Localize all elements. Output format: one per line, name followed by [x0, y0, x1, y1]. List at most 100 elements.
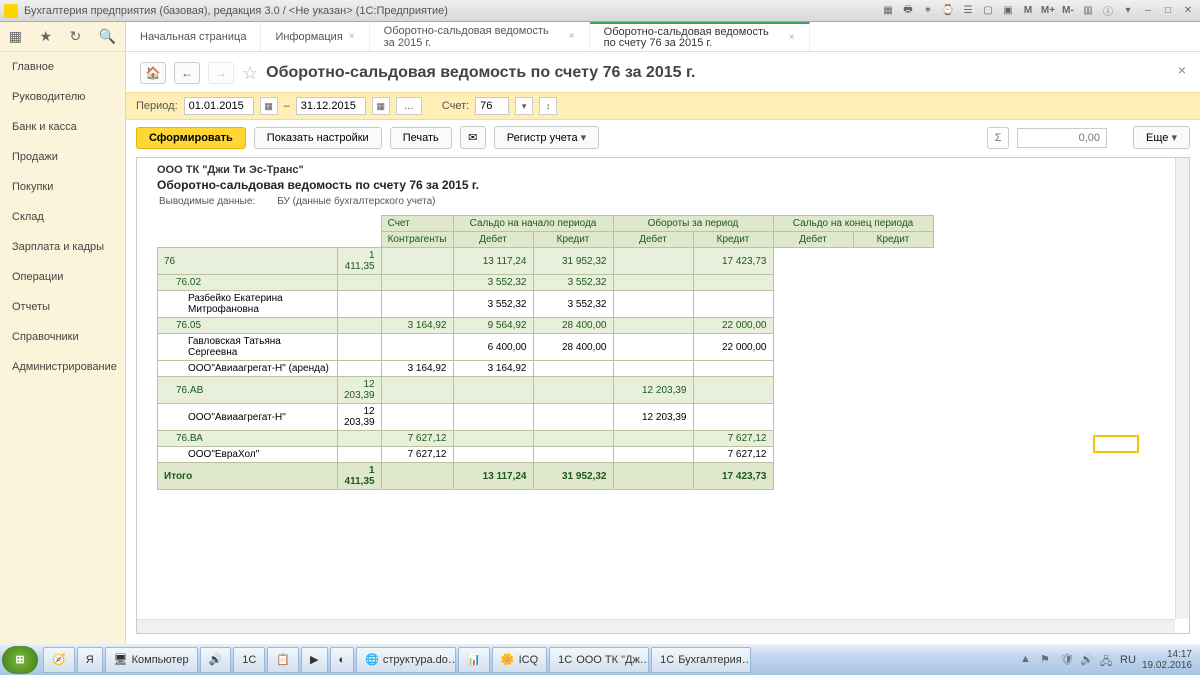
tray-icon[interactable]: ⚑ — [1040, 653, 1054, 667]
print-button[interactable]: Печать — [390, 127, 452, 149]
favorite-icon[interactable]: ☆ — [242, 63, 258, 84]
email-button[interactable]: ✉ — [460, 126, 486, 149]
toolbar-icon[interactable]: ✶ — [920, 4, 936, 18]
tray-icon[interactable]: 🔊 — [1080, 653, 1094, 667]
th-account: Счет — [381, 216, 453, 232]
sidebar-item[interactable]: Продажи — [0, 142, 125, 172]
sidebar-item[interactable]: Отчеты — [0, 292, 125, 322]
memory-mplus-button[interactable]: M+ — [1040, 4, 1056, 18]
table-row[interactable]: 761 411,3513 117,2431 952,3217 423,73 — [158, 248, 934, 275]
th-debit: Дебет — [453, 232, 533, 248]
th-credit: Кредит — [853, 232, 933, 248]
sum-icon[interactable]: Σ — [987, 127, 1009, 149]
table-row[interactable]: ООО"Авиаагрегат-Н" (аренда)3 164,923 164… — [158, 361, 934, 377]
tab[interactable]: Начальная страница — [126, 22, 261, 51]
sidebar-item[interactable]: Главное — [0, 52, 125, 82]
toolbar-icon[interactable]: ☰ — [960, 4, 976, 18]
table-row[interactable]: 76.053 164,929 564,9228 400,0022 000,00 — [158, 318, 934, 334]
maximize-button[interactable]: □ — [1160, 4, 1176, 18]
table-row[interactable]: 76.023 552,323 552,32 — [158, 275, 934, 291]
close-icon[interactable]: × — [789, 32, 795, 43]
taskbar-item[interactable]: ▶ — [301, 647, 327, 673]
dropdown-icon[interactable]: ▾ — [1120, 4, 1136, 18]
output-value: БУ (данные бухгалтерского учета) — [277, 196, 455, 207]
more-button[interactable]: Еще — [1133, 126, 1190, 149]
back-button[interactable]: ← — [174, 62, 200, 84]
close-icon[interactable]: × — [349, 31, 355, 42]
calendar-icon[interactable]: ▦ — [372, 97, 390, 115]
account-picker-button[interactable]: ▾ — [515, 97, 533, 115]
sidebar-item[interactable]: Операции — [0, 262, 125, 292]
taskbar-item[interactable]: 📋 — [267, 647, 299, 673]
taskbar-item[interactable]: 1С Бухгалтерия… — [651, 647, 751, 673]
sidebar-item[interactable]: Руководителю — [0, 82, 125, 112]
close-button[interactable]: ✕ — [1180, 4, 1196, 18]
period-picker-button[interactable]: ... — [396, 97, 422, 115]
tray-icon[interactable]: ▲ — [1020, 653, 1034, 667]
start-button[interactable]: ⊞ — [2, 646, 38, 674]
close-icon[interactable]: × — [569, 31, 575, 42]
table-row[interactable]: Разбейко Екатерина Митрофановна3 552,323… — [158, 291, 934, 318]
th-end: Сальдо на конец периода — [773, 216, 933, 232]
toolbar-icon[interactable]: ▢ — [980, 4, 996, 18]
sidebar-item[interactable]: Администрирование — [0, 352, 125, 382]
taskbar-item[interactable]: ◐ — [330, 647, 355, 673]
scrollbar-horizontal[interactable] — [137, 619, 1175, 633]
tray-lang[interactable]: RU — [1120, 654, 1136, 666]
account-open-button[interactable]: ↕ — [539, 97, 557, 115]
sidebar-item[interactable]: Покупки — [0, 172, 125, 202]
memory-mminus-button[interactable]: M- — [1060, 4, 1076, 18]
show-settings-button[interactable]: Показать настройки — [254, 127, 382, 149]
th-turn: Обороты за период — [613, 216, 773, 232]
toolbar-icon[interactable]: ▣ — [1000, 4, 1016, 18]
tray-clock[interactable]: 14:17 19.02.2016 — [1142, 649, 1192, 671]
generate-button[interactable]: Сформировать — [136, 127, 246, 149]
scrollbar-vertical[interactable] — [1175, 158, 1189, 619]
apps-icon[interactable]: ▦ — [9, 28, 22, 45]
table-row[interactable]: ООО"ЕвраХол"7 627,127 627,12 — [158, 447, 934, 463]
toolbar-icon[interactable]: ⌚ — [940, 4, 956, 18]
close-page-button[interactable]: × — [1178, 62, 1186, 78]
tab[interactable]: Информация× — [261, 22, 369, 51]
home-button[interactable]: 🏠 — [140, 62, 166, 84]
tab[interactable]: Оборотно-сальдовая ведомость за 2015 г.× — [370, 22, 590, 51]
taskbar-item[interactable]: 🌼 ICQ — [492, 647, 547, 673]
history-icon[interactable]: ↻ — [70, 28, 82, 45]
register-button[interactable]: Регистр учета — [494, 126, 599, 149]
search-icon[interactable]: 🔍 — [99, 28, 116, 45]
favorite-icon[interactable]: ★ — [39, 28, 52, 45]
taskbar-item[interactable]: 🖥 Компьютер — [105, 647, 198, 673]
tray-icon[interactable]: 🖧 — [1100, 653, 1114, 667]
memory-m-button[interactable]: M — [1020, 4, 1036, 18]
window-title: Бухгалтерия предприятия (базовая), редак… — [24, 5, 448, 17]
minimize-button[interactable]: – — [1140, 4, 1156, 18]
report-title: Оборотно-сальдовая ведомость по счету 76… — [157, 178, 1169, 192]
period-label: Период: — [136, 100, 178, 112]
table-row[interactable]: Гавловская Татьяна Сергеевна6 400,0028 4… — [158, 334, 934, 361]
tab[interactable]: Оборотно-сальдовая ведомость по счету 76… — [590, 22, 810, 51]
calendar-icon[interactable]: ▦ — [260, 97, 278, 115]
taskbar-item[interactable]: 1С — [233, 647, 265, 673]
sidebar-item[interactable]: Зарплата и кадры — [0, 232, 125, 262]
table-row[interactable]: 76.ВА7 627,127 627,12 — [158, 431, 934, 447]
toolbar-icon[interactable]: ▦ — [880, 4, 896, 18]
taskbar-item[interactable]: 🔊 — [200, 647, 232, 673]
taskbar-item[interactable]: 🌐 структура.do… — [356, 647, 456, 673]
forward-button[interactable]: → — [208, 62, 234, 84]
account-input[interactable] — [475, 97, 509, 115]
period-from-input[interactable] — [184, 97, 254, 115]
taskbar-item[interactable]: Я — [77, 647, 103, 673]
sidebar-item[interactable]: Справочники — [0, 322, 125, 352]
toolbar-icon[interactable]: ▥ — [1080, 4, 1096, 18]
taskbar-item[interactable]: 📊 — [458, 647, 490, 673]
table-row[interactable]: ООО"Авиаагрегат-Н"12 203,3912 203,39 — [158, 404, 934, 431]
help-icon[interactable]: ⓘ — [1100, 4, 1116, 18]
toolbar-icon[interactable]: 🖶 — [900, 4, 916, 18]
taskbar-item[interactable]: 🧭 — [43, 647, 75, 673]
taskbar-item[interactable]: 1С ООО ТК "Дж… — [549, 647, 649, 673]
tray-icon[interactable]: 🛡 — [1060, 653, 1074, 667]
period-to-input[interactable] — [296, 97, 366, 115]
sidebar-item[interactable]: Банк и касса — [0, 112, 125, 142]
table-row[interactable]: 76.АВ12 203,3912 203,39 — [158, 377, 934, 404]
sidebar-item[interactable]: Склад — [0, 202, 125, 232]
